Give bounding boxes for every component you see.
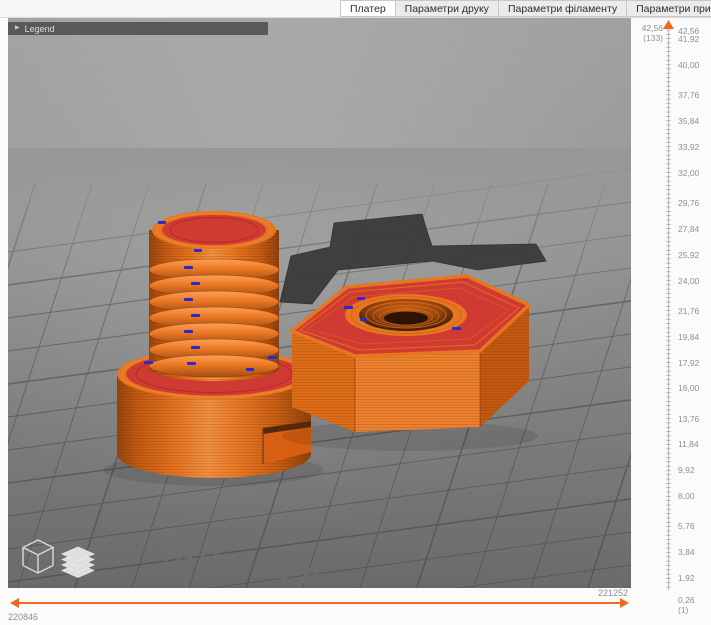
- move-end-label: 221252: [598, 588, 628, 598]
- scene-3d[interactable]: ORIGINAL PR: [8, 18, 631, 590]
- legend-title: Legend: [25, 24, 55, 34]
- legend-collapse-icon: ▶: [15, 22, 20, 35]
- move-slider-left-arrow[interactable]: [10, 598, 19, 608]
- legend-header[interactable]: ▶ Legend: [8, 22, 268, 35]
- layer-slider[interactable]: 42,56 (133) 42,5641,9240,0037,7635,8433,…: [631, 18, 711, 590]
- settings-tabs: Платер Параметри друку Параметри філамен…: [340, 0, 711, 17]
- layer-slider-up-arrow[interactable]: [663, 20, 674, 29]
- layer-slider-max-tooltip: 42,56 (133): [631, 23, 663, 43]
- top-tab-bar: Платер Параметри друку Параметри філамен…: [0, 0, 711, 18]
- move-slider-right-arrow[interactable]: [620, 598, 629, 608]
- viewport-3d[interactable]: ORIGINAL PR: [8, 18, 631, 590]
- move-start-label: 220846: [8, 612, 38, 622]
- tab-plater[interactable]: Платер: [340, 0, 396, 17]
- move-slider[interactable]: 221252 220846: [8, 588, 631, 625]
- tab-filament-settings[interactable]: Параметри філаменту: [499, 0, 627, 17]
- tab-print-settings[interactable]: Параметри друку: [396, 0, 499, 17]
- layer-slider-min-tooltip: 0,26 (1): [678, 595, 695, 615]
- tab-printer-settings[interactable]: Параметри принтеру: [627, 0, 711, 17]
